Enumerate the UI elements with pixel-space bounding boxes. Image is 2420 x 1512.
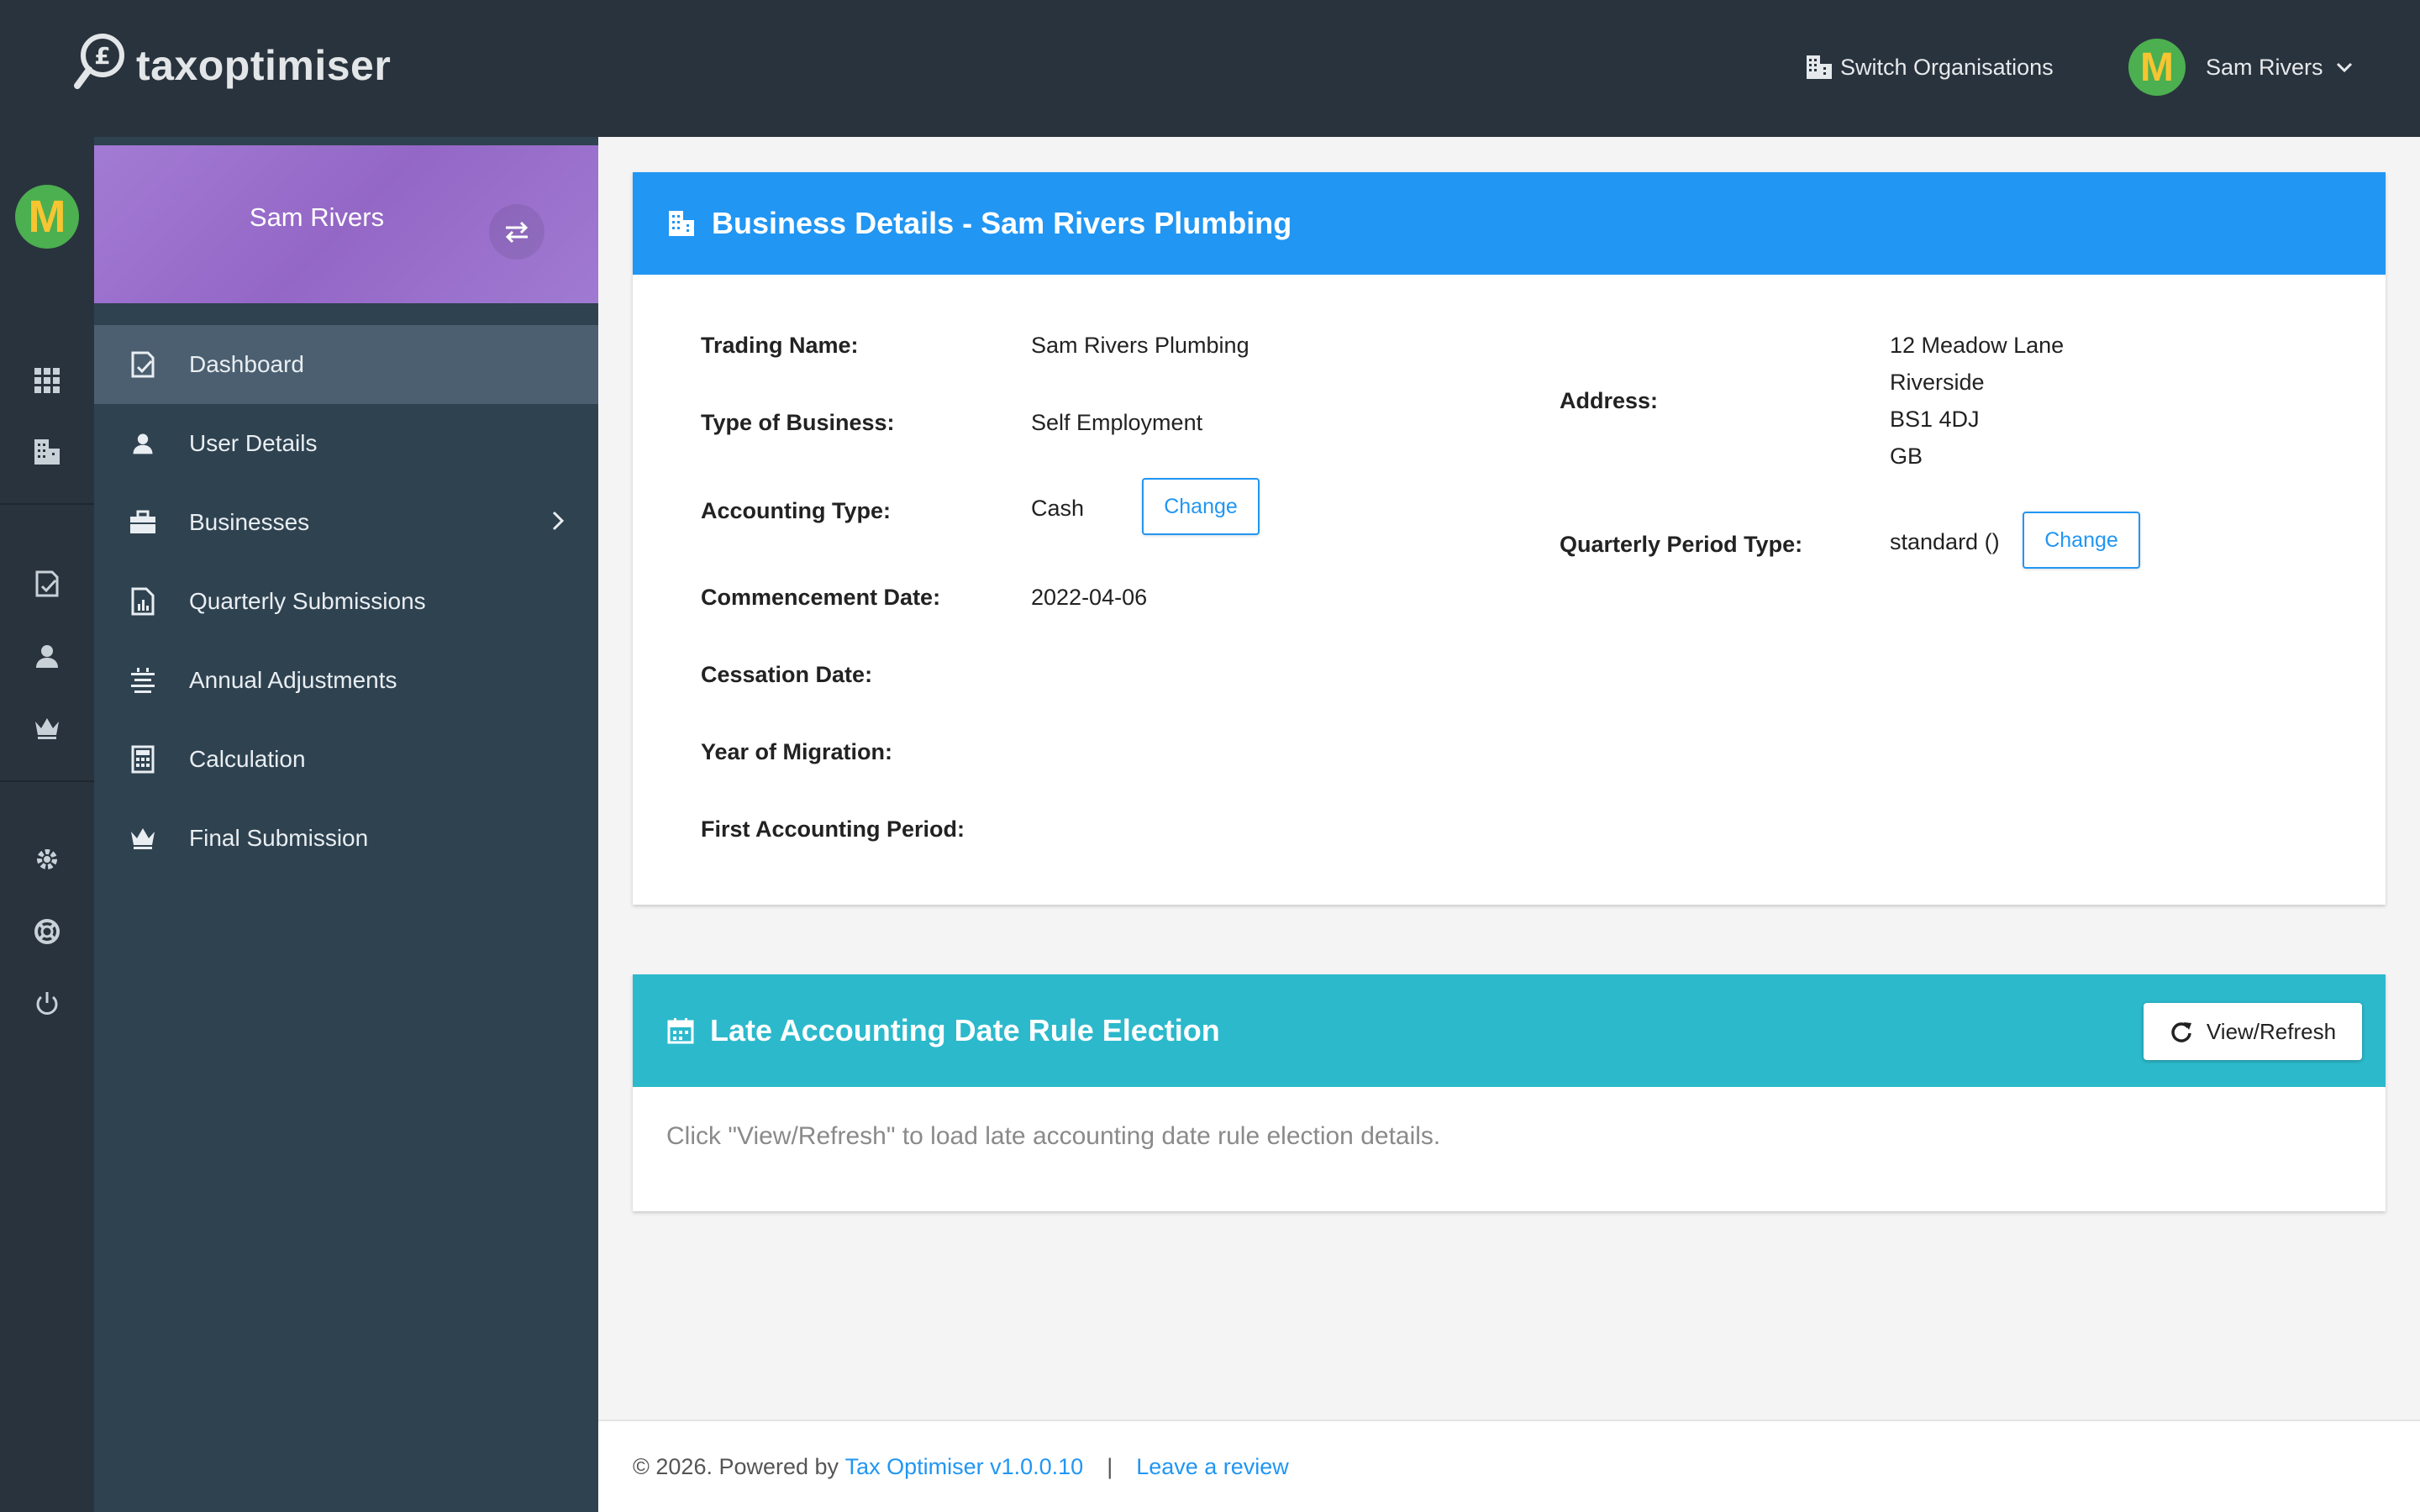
switch-organisations-label: Switch Organisations <box>1840 54 2054 80</box>
sidebar-item-label: Dashboard <box>189 351 304 377</box>
briefcase-icon <box>126 506 160 539</box>
view-refresh-label: View/Refresh <box>2206 1018 2337 1044</box>
quarterly-period-type-label: Quarterly Period Type: <box>1560 532 1803 557</box>
calendar-icon <box>667 1018 694 1044</box>
footer-copyright: © 2026. Powered by <box>633 1453 839 1479</box>
building-icon[interactable] <box>30 435 64 469</box>
sidebar-item-user-details[interactable]: User Details <box>94 404 598 483</box>
footer: © 2026. Powered by Tax Optimiser v1.0.0.… <box>598 1420 2420 1512</box>
first-accounting-period-label: First Accounting Period: <box>701 816 965 842</box>
business-details-card: Business Details - Sam Rivers Plumbing T… <box>633 172 2386 905</box>
change-accounting-type-button[interactable]: Change <box>1142 478 1260 535</box>
switch-organisations-button[interactable]: Switch Organisations <box>1805 49 2054 86</box>
rail-avatar[interactable]: M <box>15 185 79 249</box>
accounting-type-label: Accounting Type: <box>701 498 891 523</box>
list-adjust-icon <box>126 664 160 697</box>
address-line-1: 12 Meadow Lane <box>1890 333 2065 358</box>
address-label: Address: <box>1560 388 1659 413</box>
gear-icon[interactable] <box>30 843 64 876</box>
dashboard-check-icon <box>126 348 160 381</box>
sidebar-item-businesses[interactable]: Businesses <box>94 483 598 562</box>
swap-arrows-icon <box>505 221 529 244</box>
building-icon <box>1807 55 1832 79</box>
sidebar-item-quarterly-submissions[interactable]: Quarterly Submissions <box>94 562 598 641</box>
user-name: Sam Rivers <box>2206 54 2323 80</box>
app-logo[interactable]: £ taxoptimiser <box>74 32 391 99</box>
sidebar-item-label: Annual Adjustments <box>189 667 397 693</box>
magnifier-pound-icon: £ <box>74 32 134 99</box>
sidebar-item-label: Calculation <box>189 746 306 772</box>
sidebar-item-label: User Details <box>189 430 318 456</box>
user-icon[interactable] <box>30 639 64 673</box>
report-chart-icon <box>126 585 160 618</box>
business-type-value: Self Employment <box>1031 410 1203 435</box>
crown-icon <box>126 822 160 855</box>
business-details-header: Business Details - Sam Rivers Plumbing <box>633 172 2386 275</box>
power-icon[interactable] <box>30 987 64 1021</box>
leave-review-link[interactable]: Leave a review <box>1136 1454 1289 1480</box>
profile-card: Sam Rivers <box>94 145 598 303</box>
footer-separator: | <box>1107 1453 1113 1479</box>
late-election-header: Late Accounting Date Rule Election View/… <box>633 974 2386 1087</box>
dashboard-check-icon[interactable] <box>30 567 64 601</box>
user-menu[interactable]: M Sam Rivers <box>2128 39 2354 96</box>
commencement-date-value: 2022-04-06 <box>1031 585 1148 610</box>
sidebar-item-label: Businesses <box>189 509 310 535</box>
calculator-icon <box>126 743 160 776</box>
icon-rail: M <box>0 137 94 1512</box>
sidebar-item-dashboard[interactable]: Dashboard <box>94 325 598 404</box>
sidebar-item-final-submission[interactable]: Final Submission <box>94 799 598 878</box>
year-of-migration-label: Year of Migration: <box>701 739 893 764</box>
view-refresh-button[interactable]: View/Refresh <box>2144 1003 2362 1060</box>
main-content: Business Details - Sam Rivers Plumbing T… <box>598 137 2420 1512</box>
late-election-hint: Click "View/Refresh" to load late accoun… <box>666 1122 1441 1150</box>
top-navbar: £ taxoptimiser Switch Organisations M Sa… <box>0 0 2420 137</box>
product-version-link[interactable]: Tax Optimiser v1.0.0.10 <box>845 1454 1084 1480</box>
profile-name: Sam Rivers <box>249 202 385 232</box>
address-line-3: BS1 4DJ <box>1890 407 1980 432</box>
accounting-type-value: Cash <box>1031 496 1085 521</box>
trading-name-value: Sam Rivers Plumbing <box>1031 333 1249 358</box>
logo-text: taxoptimiser <box>136 42 392 89</box>
quarterly-period-type-value: standard () <box>1890 529 2000 554</box>
crown-icon[interactable] <box>30 711 64 744</box>
sidebar-item-label: Quarterly Submissions <box>189 588 426 614</box>
address-line-2: Riverside <box>1890 370 1985 395</box>
rail-divider <box>0 503 94 505</box>
rail-divider <box>0 780 94 782</box>
chevron-right-icon <box>552 511 565 531</box>
late-election-title: Late Accounting Date Rule Election <box>710 1013 1220 1047</box>
business-details-title: Business Details - Sam Rivers Plumbing <box>712 206 1292 240</box>
svg-text:£: £ <box>94 42 110 70</box>
commencement-date-label: Commencement Date: <box>701 585 941 610</box>
sidebar-item-calculation[interactable]: Calculation <box>94 720 598 799</box>
apps-grid-icon[interactable] <box>30 364 64 397</box>
change-quarterly-period-button[interactable]: Change <box>2023 512 2140 569</box>
user-icon <box>126 427 160 460</box>
business-type-label: Type of Business: <box>701 410 895 435</box>
sidebar-nav: Dashboard User Details Businesses Quarte… <box>94 325 598 878</box>
refresh-icon <box>2171 1022 2191 1042</box>
address-line-4: GB <box>1890 444 1923 469</box>
lifebuoy-icon[interactable] <box>30 915 64 948</box>
swap-profile-button[interactable] <box>489 204 544 260</box>
sidebar-item-label: Final Submission <box>189 825 369 851</box>
trading-name-label: Trading Name: <box>701 333 859 358</box>
building-icon <box>669 211 694 236</box>
avatar: M <box>2128 39 2186 96</box>
chevron-down-icon <box>2336 62 2352 73</box>
sidebar: Sam Rivers Dashboard User Details Busine… <box>94 137 598 1512</box>
late-election-card: Late Accounting Date Rule Election View/… <box>633 974 2386 1211</box>
sidebar-item-annual-adjustments[interactable]: Annual Adjustments <box>94 641 598 720</box>
cessation-date-label: Cessation Date: <box>701 662 873 687</box>
